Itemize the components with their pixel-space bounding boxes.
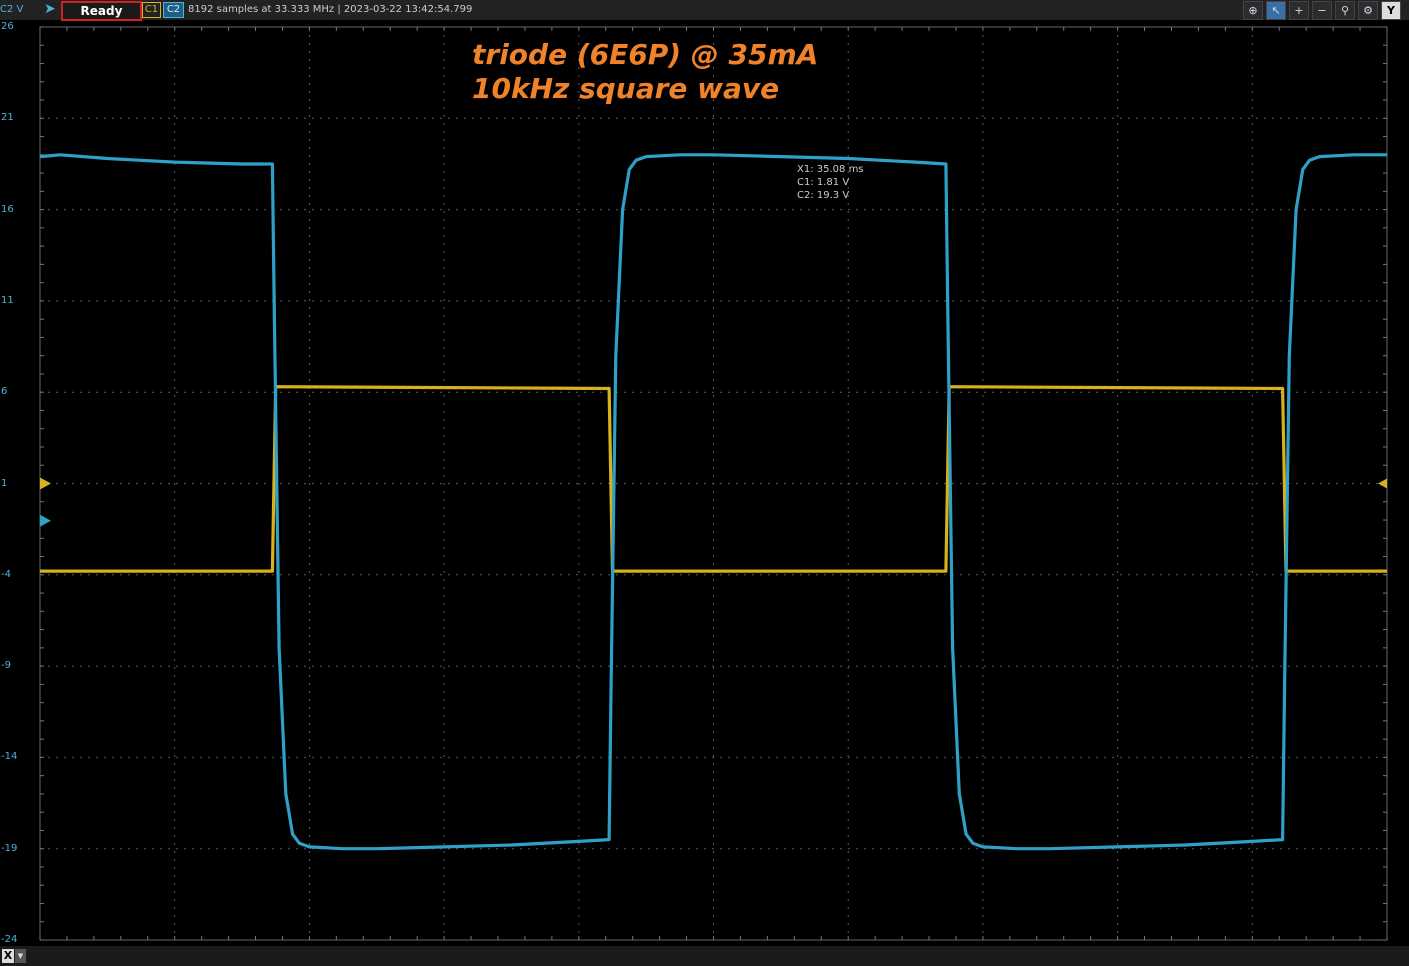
- series-c2-line: [39, 153, 1387, 851]
- c2-level-marker[interactable]: [40, 514, 51, 527]
- y-tick-label: 6: [1, 386, 8, 398]
- y-tick-label: 21: [1, 112, 14, 124]
- x-axis-button[interactable]: X: [2, 949, 14, 963]
- trigger-level-marker[interactable]: [1378, 478, 1387, 489]
- y-tick-label: -9: [1, 660, 11, 672]
- zoom-out-icon[interactable]: −: [1312, 1, 1332, 20]
- pointer-icon[interactable]: ↖: [1266, 1, 1286, 20]
- oscilloscope-plot[interactable]: [0, 20, 1409, 946]
- bottom-axis-bar: X ▼: [0, 946, 1409, 966]
- y-tick-label: 11: [1, 294, 14, 306]
- y-tick-label: -24: [1, 934, 18, 945]
- series-c1-line: [40, 385, 1387, 573]
- acquisition-info: 8192 samples at 33.333 MHz | 2023-03-22 …: [188, 4, 473, 15]
- channel-c2-button[interactable]: C2: [163, 2, 184, 18]
- y-tick-label: 1: [1, 477, 8, 489]
- y-tick-label: -14: [1, 751, 18, 763]
- channel-axis-label: C2 V: [0, 4, 24, 15]
- gear-icon[interactable]: ⚙: [1358, 1, 1378, 20]
- top-status-bar: C2 V ➤ Ready C1 C2 8192 samples at 33.33…: [0, 0, 1409, 21]
- y-axis-button[interactable]: Y: [1381, 1, 1401, 20]
- plot-annotation: triode (6E6P) @ 35mA 10kHz square wave: [472, 38, 818, 106]
- magnifier-icon[interactable]: ⚲: [1335, 1, 1355, 20]
- status-ready-button[interactable]: Ready: [61, 1, 142, 21]
- waveforms: [39, 153, 1387, 851]
- annotation-line-2: 10kHz square wave: [472, 72, 780, 105]
- cursor-c2: C2: 19.3 V: [797, 190, 850, 201]
- c1-level-marker[interactable]: [40, 477, 51, 490]
- y-tick-label: -4: [1, 568, 11, 580]
- cursor-readout: X1: 35.08 ms C1: 1.81 V C2: 19.3 V: [797, 163, 864, 202]
- zoom-fit-icon[interactable]: ⊕: [1243, 1, 1263, 20]
- cursor-x1: X1: 35.08 ms: [797, 164, 864, 175]
- annotation-line-1: triode (6E6P) @ 35mA: [472, 38, 819, 71]
- toolbar: ⊕ ↖ + − ⚲ ⚙ Y: [1243, 1, 1401, 20]
- y-tick-label: 16: [1, 203, 14, 215]
- cursor-c1: C1: 1.81 V: [797, 177, 850, 188]
- run-arrow-icon[interactable]: ➤: [44, 1, 56, 17]
- chevron-down-icon[interactable]: ▼: [15, 949, 26, 963]
- y-tick-label: -19: [1, 842, 18, 854]
- channel-c1-button[interactable]: C1: [142, 2, 161, 18]
- y-tick-label: 26: [1, 21, 14, 32]
- zoom-in-icon[interactable]: +: [1289, 1, 1309, 20]
